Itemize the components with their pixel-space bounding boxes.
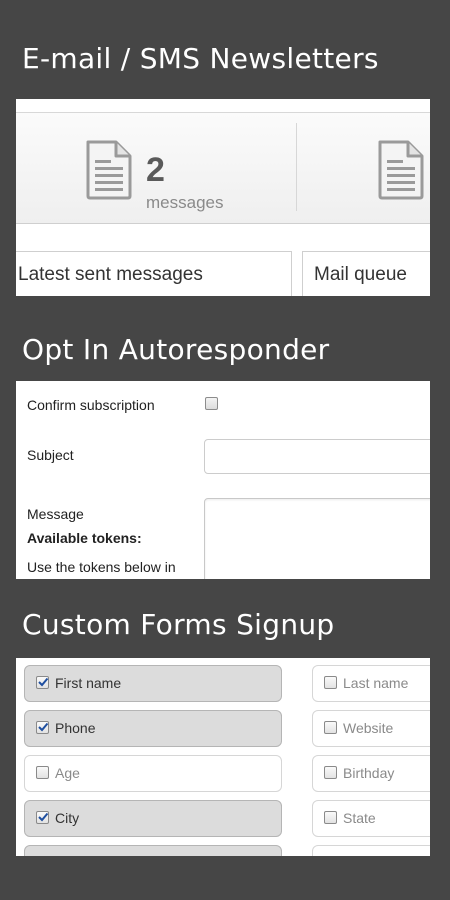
message-count-label: messages (146, 193, 224, 212)
signup-field-label: Last name (343, 675, 409, 691)
signup-field-birthday[interactable]: Birthday (312, 755, 430, 792)
signup-field-checkbox[interactable] (36, 721, 49, 734)
stats-strip: 2 messages (16, 112, 430, 224)
signup-field-first-name[interactable]: First name (24, 665, 282, 702)
signup-field-checkbox[interactable] (36, 676, 49, 689)
autoresponder-panel: Confirm subscription Subject Message Ava… (16, 381, 430, 579)
signup-field-last-name[interactable]: Last name (312, 665, 430, 702)
signup-field-checkbox[interactable] (324, 766, 337, 779)
tab-latest-sent-messages[interactable]: Latest sent messages (16, 251, 292, 296)
signup-field-checkbox[interactable] (324, 811, 337, 824)
signup-field-label: Birthday (343, 765, 395, 781)
subject-label: Subject (27, 447, 74, 463)
signup-field-phone[interactable]: Phone (24, 710, 282, 747)
signup-field-checkbox[interactable] (324, 721, 337, 734)
available-tokens-heading: Available tokens: (27, 530, 142, 546)
signup-field-age[interactable]: Age (24, 755, 282, 792)
checkmark-icon (38, 722, 49, 732)
signup-field-label: First name (55, 675, 122, 691)
document-icon (86, 140, 132, 200)
signup-field-checkbox[interactable] (36, 811, 49, 824)
custom-forms-panel: First name Last name Phone Website Age Birthd… (16, 658, 430, 856)
message-textarea[interactable] (204, 498, 430, 579)
section-title-autoresponder: Opt In Autoresponder (22, 333, 330, 366)
section-title-custom-forms: Custom Forms Signup (22, 608, 335, 641)
tab-mail-queue[interactable]: Mail queue (302, 251, 430, 296)
signup-field-label: Website (343, 720, 394, 736)
newsletters-panel: 2 messages Latest sent messages Mail que… (16, 99, 430, 296)
signup-field-checkbox[interactable] (324, 676, 337, 689)
signup-field-website[interactable]: Website (312, 710, 430, 747)
signup-field-label: Phone (55, 720, 96, 736)
subject-input[interactable] (204, 439, 430, 474)
message-count: 2 (146, 151, 165, 189)
confirm-subscription-checkbox[interactable] (205, 397, 218, 410)
signup-field-city[interactable]: City (24, 800, 282, 837)
tokens-hint: Use the tokens below in (27, 559, 176, 575)
section-title-newsletters: E-mail / SMS Newsletters (22, 42, 379, 75)
signup-field-checkbox[interactable] (36, 766, 49, 779)
signup-field-state[interactable]: State (312, 800, 430, 837)
signup-field-partial[interactable] (24, 845, 282, 856)
message-label: Message (27, 506, 84, 522)
checkmark-icon (38, 812, 49, 822)
document-icon (378, 140, 424, 200)
signup-field-partial[interactable] (312, 845, 430, 856)
signup-field-label: State (343, 810, 376, 826)
confirm-subscription-label: Confirm subscription (27, 397, 155, 413)
stat-divider (296, 123, 297, 211)
checkmark-icon (38, 677, 49, 687)
signup-field-label: Age (55, 765, 80, 781)
signup-field-label: City (55, 810, 80, 826)
